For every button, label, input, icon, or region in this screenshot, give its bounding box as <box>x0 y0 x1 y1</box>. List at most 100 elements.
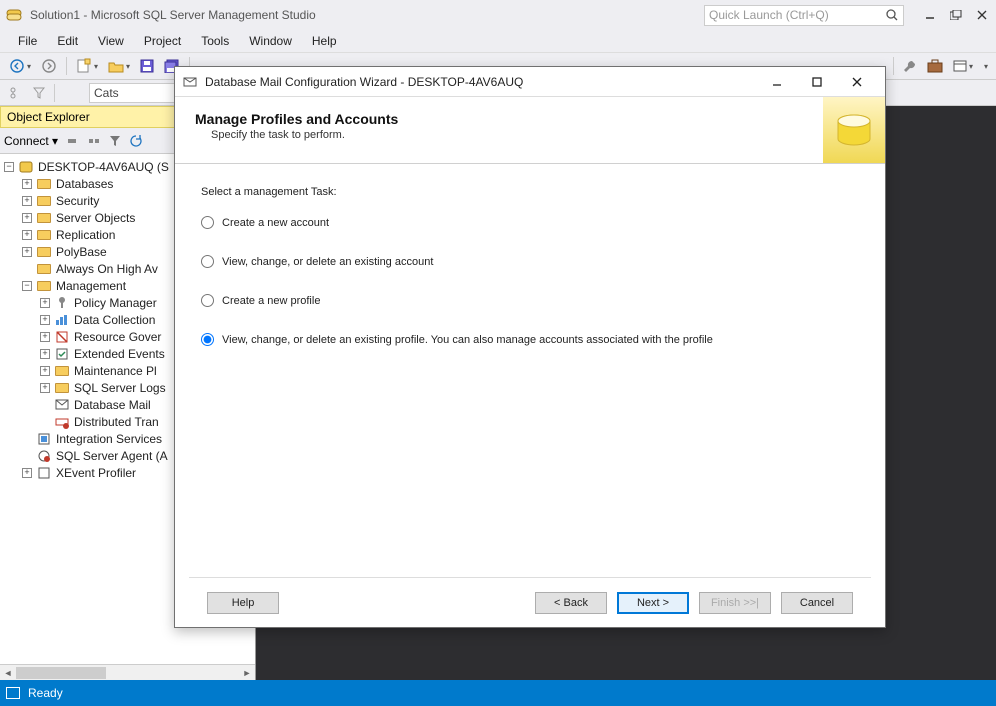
button-label: Next > <box>637 597 669 609</box>
tree-label: Security <box>56 194 99 208</box>
maximize-button[interactable] <box>948 7 964 23</box>
database-dropdown-value: Cats <box>94 86 119 100</box>
collapse-icon[interactable]: − <box>4 162 14 172</box>
expand-icon[interactable]: + <box>22 196 32 206</box>
expand-icon[interactable]: + <box>40 332 50 342</box>
tree-label: Extended Events <box>74 347 165 361</box>
tree-label: Database Mail <box>74 398 151 412</box>
radio-input[interactable] <box>201 216 214 229</box>
connect-dropdown[interactable]: Connect ▾ <box>4 134 58 148</box>
tree-label: Management <box>56 279 126 293</box>
expand-icon[interactable]: + <box>40 298 50 308</box>
quick-launch-input[interactable]: Quick Launch (Ctrl+Q) <box>704 5 904 26</box>
menu-file[interactable]: File <box>8 31 47 51</box>
status-bar: Ready <box>0 680 996 706</box>
scroll-left-arrow[interactable]: ◄ <box>1 667 15 679</box>
radio-input[interactable] <box>201 333 214 346</box>
tree-label: SQL Server Logs <box>74 381 166 395</box>
new-query-button[interactable]: ▾ <box>72 55 102 77</box>
close-button[interactable] <box>974 7 990 23</box>
button-label: Cancel <box>800 597 834 609</box>
folder-icon <box>36 211 52 225</box>
tree-label: Distributed Tran <box>74 415 159 429</box>
filter-icon[interactable] <box>106 130 124 152</box>
extended-events-icon <box>54 347 70 361</box>
scroll-right-arrow[interactable]: ► <box>240 667 254 679</box>
object-explorer-label: Object Explorer <box>7 110 90 124</box>
menu-bar: File Edit View Project Tools Window Help <box>0 30 996 52</box>
expand-icon[interactable]: + <box>22 247 32 257</box>
radio-create-profile[interactable]: Create a new profile <box>201 294 859 307</box>
menu-edit[interactable]: Edit <box>47 31 88 51</box>
folder-icon <box>36 245 52 259</box>
tree-label: Data Collection <box>74 313 155 327</box>
window-button[interactable]: ▾ <box>949 55 977 77</box>
radio-input[interactable] <box>201 255 214 268</box>
folder-icon <box>54 381 70 395</box>
menu-window[interactable]: Window <box>239 31 302 51</box>
expand-icon[interactable]: + <box>40 315 50 325</box>
quick-launch-placeholder: Quick Launch (Ctrl+Q) <box>709 8 829 22</box>
menu-help[interactable]: Help <box>302 31 347 51</box>
expand-icon[interactable]: + <box>40 349 50 359</box>
dialog-minimize-button[interactable] <box>757 68 797 96</box>
overflow-button[interactable]: ▾ <box>980 58 992 75</box>
radio-input[interactable] <box>201 294 214 307</box>
folder-icon <box>36 279 52 293</box>
tree-label: DESKTOP-4AV6AUQ (S <box>38 160 169 174</box>
tree-label: Policy Manager <box>74 296 157 310</box>
refresh-icon[interactable] <box>126 130 146 152</box>
radio-label: Create a new account <box>222 217 329 229</box>
radio-view-profile[interactable]: View, change, or delete an existing prof… <box>201 333 859 346</box>
open-button[interactable]: ▾ <box>104 55 134 77</box>
mail-icon <box>54 398 70 412</box>
back-button[interactable]: < Back <box>535 592 607 614</box>
expand-icon[interactable]: + <box>22 468 32 478</box>
menu-project[interactable]: Project <box>134 31 191 51</box>
expand-icon[interactable]: + <box>40 366 50 376</box>
expand-icon[interactable]: + <box>22 230 32 240</box>
radio-view-account[interactable]: View, change, or delete an existing acco… <box>201 255 859 268</box>
save-button[interactable] <box>136 55 158 77</box>
expand-icon[interactable]: + <box>40 383 50 393</box>
next-button[interactable]: Next > <box>617 592 689 614</box>
tree-label: Server Objects <box>56 211 135 225</box>
button-label: < Back <box>554 597 588 609</box>
connect-label: Connect <box>4 134 49 148</box>
dialog-title: Database Mail Configuration Wizard - DES… <box>205 75 757 89</box>
resource-governor-icon <box>54 330 70 344</box>
scroll-thumb[interactable] <box>16 667 106 679</box>
expand-icon[interactable]: + <box>22 179 32 189</box>
help-button[interactable]: Help <box>207 592 279 614</box>
cancel-button[interactable]: Cancel <box>781 592 853 614</box>
dialog-close-button[interactable] <box>837 68 877 96</box>
profiler-icon <box>36 466 52 480</box>
folder-icon <box>54 364 70 378</box>
dialog-header: Manage Profiles and Accounts Specify the… <box>175 97 885 164</box>
filter-button[interactable] <box>29 82 49 104</box>
branch-button[interactable] <box>5 82 27 104</box>
radio-create-account[interactable]: Create a new account <box>201 216 859 229</box>
dialog-maximize-button[interactable] <box>797 68 837 96</box>
task-label: Select a management Task: <box>201 186 859 198</box>
collapse-icon[interactable]: − <box>22 281 32 291</box>
tree-label: SQL Server Agent (A <box>56 449 168 463</box>
connect-icon[interactable] <box>62 130 82 152</box>
menu-tools[interactable]: Tools <box>191 31 239 51</box>
app-icon <box>6 7 22 23</box>
tree-label: Resource Gover <box>74 330 161 344</box>
horizontal-scrollbar[interactable]: ◄ ► <box>0 664 255 680</box>
status-text: Ready <box>28 686 63 700</box>
minimize-button[interactable] <box>922 7 938 23</box>
toolbox-button[interactable] <box>923 55 947 77</box>
separator <box>54 84 55 102</box>
tree-label: Always On High Av <box>56 262 158 276</box>
server-icon <box>18 160 34 174</box>
tree-label: Databases <box>56 177 113 191</box>
nav-forward-button[interactable] <box>37 55 61 77</box>
menu-view[interactable]: View <box>88 31 134 51</box>
expand-icon[interactable]: + <box>22 213 32 223</box>
disconnect-icon[interactable] <box>84 130 104 152</box>
nav-back-button[interactable]: ▾ <box>5 55 35 77</box>
tools-button[interactable] <box>899 55 921 77</box>
